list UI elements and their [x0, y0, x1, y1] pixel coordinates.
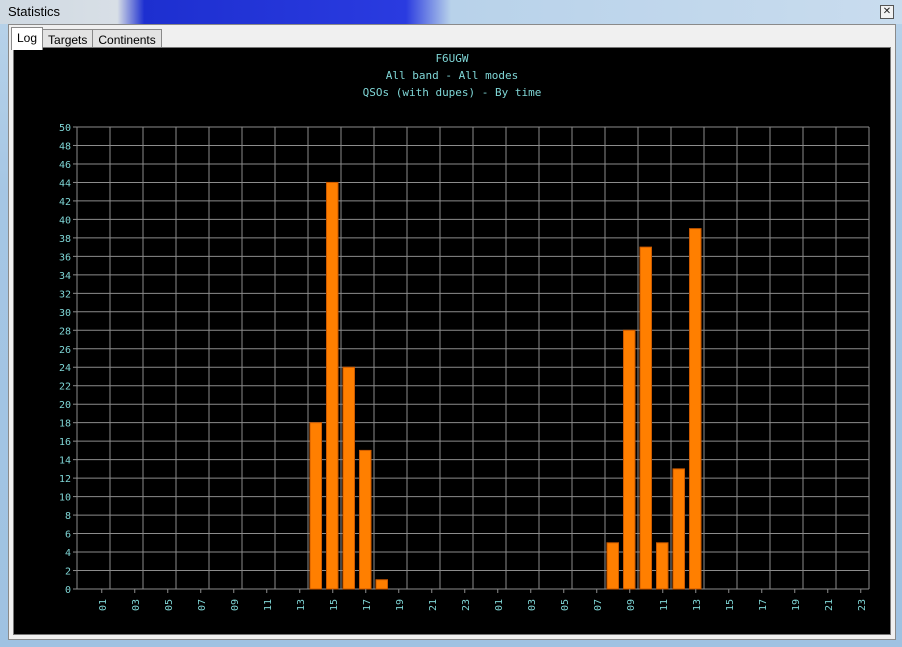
title-bar[interactable]: Statistics ✕ — [0, 0, 902, 24]
close-button[interactable]: ✕ — [880, 5, 894, 19]
x-tick-label: 05 — [560, 599, 571, 611]
bar — [359, 449, 372, 590]
x-tick-label: 03 — [131, 599, 142, 611]
x-tick-label: 13 — [692, 599, 703, 611]
x-tick-label: 11 — [263, 599, 274, 611]
statistics-window: Statistics ✕ Log Targets Continents F6UG… — [0, 0, 902, 647]
qso-bar-chart: F6UGW All band - All modes QSOs (with du… — [59, 52, 870, 611]
y-tick-label: 24 — [59, 363, 71, 374]
y-tick-label: 46 — [59, 160, 71, 171]
x-tick-label: 19 — [395, 599, 406, 611]
y-tick-label: 14 — [59, 456, 71, 467]
bar — [656, 542, 669, 590]
y-tick-label: 36 — [59, 252, 71, 263]
chart-subtitle: All band - All modes — [386, 69, 518, 82]
x-tick-label: 11 — [659, 599, 670, 611]
chart-area: F6UGW All band - All modes QSOs (with du… — [13, 47, 891, 635]
bar — [672, 468, 685, 590]
y-tick-label: 30 — [59, 308, 71, 319]
bar — [375, 579, 388, 590]
bar — [623, 329, 636, 590]
y-tick-label: 26 — [59, 345, 71, 356]
x-tick-label: 07 — [593, 599, 604, 611]
bar — [326, 181, 339, 590]
x-tick-label: 15 — [329, 599, 340, 611]
y-tick-label: 34 — [59, 271, 71, 282]
x-tick-label: 13 — [296, 599, 307, 611]
y-tick-label: 16 — [59, 437, 71, 448]
x-tick-label: 09 — [626, 599, 637, 611]
tab-strip: Log Targets Continents — [11, 27, 162, 50]
y-tick-label: 2 — [65, 567, 71, 578]
y-tick-label: 6 — [65, 530, 71, 541]
statistics-panel: Log Targets Continents F6UGW All band - … — [8, 24, 896, 640]
bar — [689, 228, 702, 590]
y-tick-label: 42 — [59, 197, 71, 208]
y-tick-label: 22 — [59, 382, 71, 393]
x-tick-label: 07 — [197, 599, 208, 611]
y-axis-ticks: 0246810121416182022242628303234363840424… — [59, 123, 77, 596]
x-tick-label: 17 — [362, 599, 373, 611]
chart-subtitle-2: QSOs (with dupes) - By time — [363, 86, 542, 99]
chart-title: F6UGW — [435, 52, 468, 65]
y-tick-label: 8 — [65, 511, 71, 522]
y-tick-label: 10 — [59, 493, 71, 504]
x-tick-label: 05 — [164, 599, 175, 611]
y-tick-label: 28 — [59, 326, 71, 337]
x-tick-label: 23 — [857, 599, 868, 611]
x-tick-label: 21 — [824, 599, 835, 611]
y-tick-label: 20 — [59, 400, 71, 411]
x-tick-label: 23 — [461, 599, 472, 611]
y-tick-label: 18 — [59, 419, 71, 430]
x-axis-ticks: 01 03 05 07 09 11 13 15 17 19 21 23 01 03 05 07 09 11 13 15… — [98, 589, 868, 611]
x-tick-label: 03 — [527, 599, 538, 611]
y-tick-label: 12 — [59, 474, 71, 485]
bar — [309, 422, 322, 590]
bar — [639, 246, 652, 590]
window-title: Statistics — [8, 4, 61, 19]
bar — [606, 542, 619, 590]
x-tick-label: 01 — [98, 599, 109, 611]
y-tick-label: 44 — [59, 178, 71, 189]
x-tick-label: 21 — [428, 599, 439, 611]
y-tick-label: 32 — [59, 289, 71, 300]
close-icon: ✕ — [882, 6, 892, 17]
y-tick-label: 4 — [65, 548, 71, 559]
y-tick-label: 38 — [59, 234, 71, 245]
y-tick-label: 40 — [59, 215, 71, 226]
x-tick-label: 15 — [725, 599, 736, 611]
y-tick-label: 50 — [59, 123, 71, 134]
tab-log[interactable]: Log — [11, 27, 44, 50]
y-tick-label: 48 — [59, 141, 71, 152]
y-tick-label: 0 — [65, 585, 71, 596]
x-tick-label: 17 — [758, 599, 769, 611]
bar — [342, 366, 355, 590]
x-tick-label: 09 — [230, 599, 241, 611]
grid-lines — [76, 126, 870, 590]
x-tick-label: 19 — [791, 599, 802, 611]
x-tick-label: 01 — [494, 599, 505, 611]
